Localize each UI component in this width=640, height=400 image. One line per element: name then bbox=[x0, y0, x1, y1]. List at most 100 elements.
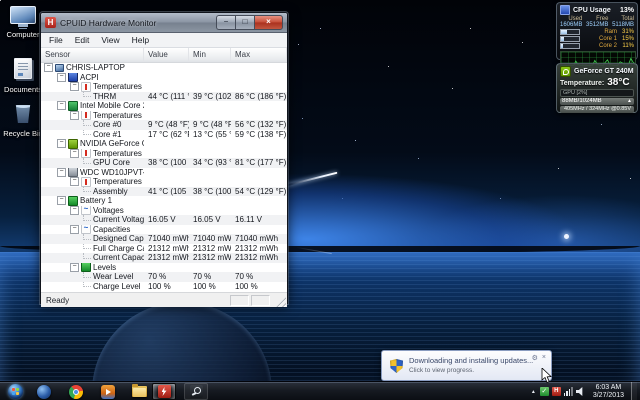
minimize-button[interactable]: − bbox=[216, 15, 235, 30]
expander-icon[interactable]: − bbox=[57, 139, 66, 149]
hwmonitor-tray-icon[interactable]: H bbox=[551, 387, 561, 396]
menu-help[interactable]: Help bbox=[126, 34, 155, 47]
sensor-row[interactable]: Wear Level 70 % 70 % 70 % bbox=[41, 272, 287, 282]
column-header-value[interactable]: Value bbox=[144, 48, 189, 62]
sensor-label: Assembly bbox=[93, 186, 128, 196]
sensor-row[interactable]: Charge Level 100 % 100 % 100 % bbox=[41, 281, 287, 292]
sensor-row[interactable]: Core #1 17 °C (62 °F) 13 °C (55 °F) 59 °C (… bbox=[41, 129, 287, 140]
sensor-min bbox=[189, 263, 231, 273]
recycle-bin-icon bbox=[15, 105, 31, 123]
globe-browser-icon bbox=[37, 384, 51, 399]
sensor-value: 21312 mWh bbox=[148, 243, 189, 253]
steam-icon bbox=[189, 385, 203, 398]
expander-icon[interactable]: − bbox=[70, 177, 79, 187]
group-row[interactable]: − Intel Mobile Core 2 Duo bbox=[41, 101, 287, 111]
taskbar-button-hwmonitor[interactable] bbox=[152, 383, 176, 400]
show-desktop-button[interactable] bbox=[631, 382, 637, 400]
expander-icon[interactable]: − bbox=[70, 110, 79, 120]
cpu-usage-gadget[interactable]: CPU Usage 13% Used 1606MB Free 3512MB Total 5… bbox=[556, 2, 638, 68]
start-button[interactable] bbox=[4, 383, 26, 400]
show-hidden-icons-button[interactable]: ▲ bbox=[530, 389, 537, 395]
column-header-max[interactable]: Max bbox=[231, 48, 287, 62]
sensor-label: NVIDIA GeForce GT 240M bbox=[80, 139, 144, 148]
expander-icon[interactable]: − bbox=[70, 148, 79, 158]
resize-grip[interactable] bbox=[274, 295, 286, 307]
desktop-icon-recycle-bin[interactable]: Recycle Bin bbox=[1, 104, 45, 138]
sensor-row[interactable]: Full Charge Cap... 21312 mWh 21312 mWh 2131… bbox=[41, 243, 287, 254]
desktop-icon-computer[interactable]: Computer bbox=[1, 6, 45, 39]
taskbar-button-steam[interactable] bbox=[184, 383, 208, 400]
group-row[interactable]: − CHRIS-LAPTOP bbox=[41, 63, 287, 73]
sensor-row[interactable]: Core #0 9 °C (48 °F) 9 °C (48 °F) 56 °C (13… bbox=[41, 120, 287, 130]
group-row[interactable]: − Levels bbox=[41, 262, 287, 273]
sensor-cell: − Intel Mobile Core 2 Duo bbox=[41, 101, 144, 111]
sensor-min: 9 °C (48 °F) bbox=[193, 120, 231, 129]
group-row[interactable]: − ~ Voltages bbox=[41, 205, 287, 215]
sensor-min bbox=[189, 225, 231, 235]
menu-view[interactable]: View bbox=[95, 34, 125, 47]
network-icon[interactable] bbox=[563, 387, 573, 396]
taskbar-button-explorer[interactable] bbox=[127, 383, 151, 400]
taskbar-button-media-player[interactable] bbox=[96, 383, 120, 400]
sensor-row[interactable]: Designed Capaci... 71040 mWh 71040 mWh 7104… bbox=[41, 234, 287, 244]
group-row[interactable]: − ~ Capacities bbox=[41, 224, 287, 235]
menu-edit[interactable]: Edit bbox=[69, 34, 96, 47]
sensor-row[interactable]: Assembly 41 °C (105 °F) 38 °C (100 °F) 54 °… bbox=[41, 186, 287, 196]
expander-icon[interactable]: − bbox=[57, 167, 66, 177]
sensor-value: 38 °C (100 °F) bbox=[148, 158, 189, 167]
group-row[interactable]: − Temperatures bbox=[41, 148, 287, 158]
column-header-sensor[interactable]: Sensor bbox=[41, 48, 144, 62]
taskbar-button-chrome[interactable] bbox=[64, 383, 88, 400]
sensor-row[interactable]: GPU Core 38 °C (100 °F) 34 °C (93 °F) 81 °C… bbox=[41, 158, 287, 168]
title-bar[interactable]: H CPUID Hardware Monitor − □ × bbox=[41, 13, 287, 33]
expander-icon[interactable]: − bbox=[70, 224, 79, 234]
expander-icon[interactable]: − bbox=[70, 205, 79, 215]
group-row[interactable]: − Temperatures bbox=[41, 82, 287, 92]
expander-icon[interactable]: − bbox=[44, 63, 53, 73]
sensor-value bbox=[144, 82, 189, 92]
mouse-cursor bbox=[541, 368, 552, 384]
expander-icon[interactable]: − bbox=[70, 82, 79, 92]
expander-icon[interactable]: − bbox=[70, 262, 79, 272]
taskbar-button-globe-browser[interactable] bbox=[32, 383, 56, 400]
sensor-label: Intel Mobile Core 2 Duo bbox=[80, 101, 144, 110]
update-notification-balloon[interactable]: Downloading and installing updates... Cl… bbox=[381, 350, 552, 381]
group-row[interactable]: − ACPI bbox=[41, 72, 287, 82]
clock[interactable]: 6:03 AM 3/27/2013 bbox=[589, 384, 628, 400]
temperature-icon bbox=[81, 110, 91, 120]
volume-icon[interactable] bbox=[575, 387, 583, 396]
balloon-title: Downloading and installing updates... bbox=[409, 356, 534, 365]
update-tray-icon[interactable]: ✓ bbox=[539, 387, 549, 396]
tree-elbow-icon bbox=[83, 215, 91, 221]
column-header-min[interactable]: Min bbox=[189, 48, 231, 62]
expand-arrow-icon[interactable]: ▲ bbox=[627, 98, 632, 105]
expander-icon[interactable]: − bbox=[57, 72, 66, 82]
gpu-memory-value: 88MB/1024MB bbox=[562, 98, 602, 104]
balloon-settings-icon[interactable]: ⚙ bbox=[532, 354, 538, 362]
sensor-cell: − ~ Voltages bbox=[41, 205, 144, 215]
sensor-max: 81 °C (177 °F) bbox=[235, 158, 287, 167]
group-row[interactable]: − Temperatures bbox=[41, 110, 287, 121]
balloon-close-icon[interactable]: × bbox=[542, 354, 546, 362]
menu-file[interactable]: File bbox=[43, 34, 69, 47]
sensor-max: 54 °C (129 °F) bbox=[235, 186, 287, 196]
expander-icon[interactable]: − bbox=[57, 101, 66, 111]
gpu-temp-label: Temperature: bbox=[560, 80, 605, 87]
gpu-gadget[interactable]: GeForce GT 240M Temperature: 38°C GPU [2… bbox=[556, 63, 638, 113]
sensor-min: 100 % bbox=[193, 281, 216, 291]
sensor-row[interactable]: Current Voltage 16.05 V 16.05 V 16.11 V bbox=[41, 215, 287, 225]
group-row[interactable]: − NVIDIA GeForce GT 240M bbox=[41, 139, 287, 149]
sensor-row[interactable]: Current Capacity 21312 mWh 21312 mWh 21312 … bbox=[41, 253, 287, 263]
sensor-max bbox=[231, 111, 287, 121]
desktop-icon-documents[interactable]: Documents bbox=[1, 58, 45, 94]
group-row[interactable]: − Temperatures bbox=[41, 177, 287, 187]
group-row[interactable]: − WDC WD10JPVT-00A1Y... bbox=[41, 167, 287, 177]
close-button[interactable]: × bbox=[254, 15, 283, 30]
desktop: Computer Documents Recycle Bin H CPUID Har… bbox=[0, 0, 640, 400]
sensor-row[interactable]: THRM 44 °C (111 °F) 39 °C (102 °F) 86 °C (1… bbox=[41, 91, 287, 101]
expander-icon[interactable]: − bbox=[57, 196, 66, 206]
group-row[interactable]: − Battery 1 bbox=[41, 196, 287, 206]
maximize-button[interactable]: □ bbox=[235, 15, 254, 30]
sensor-label: Current Capacity bbox=[93, 253, 144, 262]
sensor-value: 21312 mWh bbox=[148, 253, 189, 262]
